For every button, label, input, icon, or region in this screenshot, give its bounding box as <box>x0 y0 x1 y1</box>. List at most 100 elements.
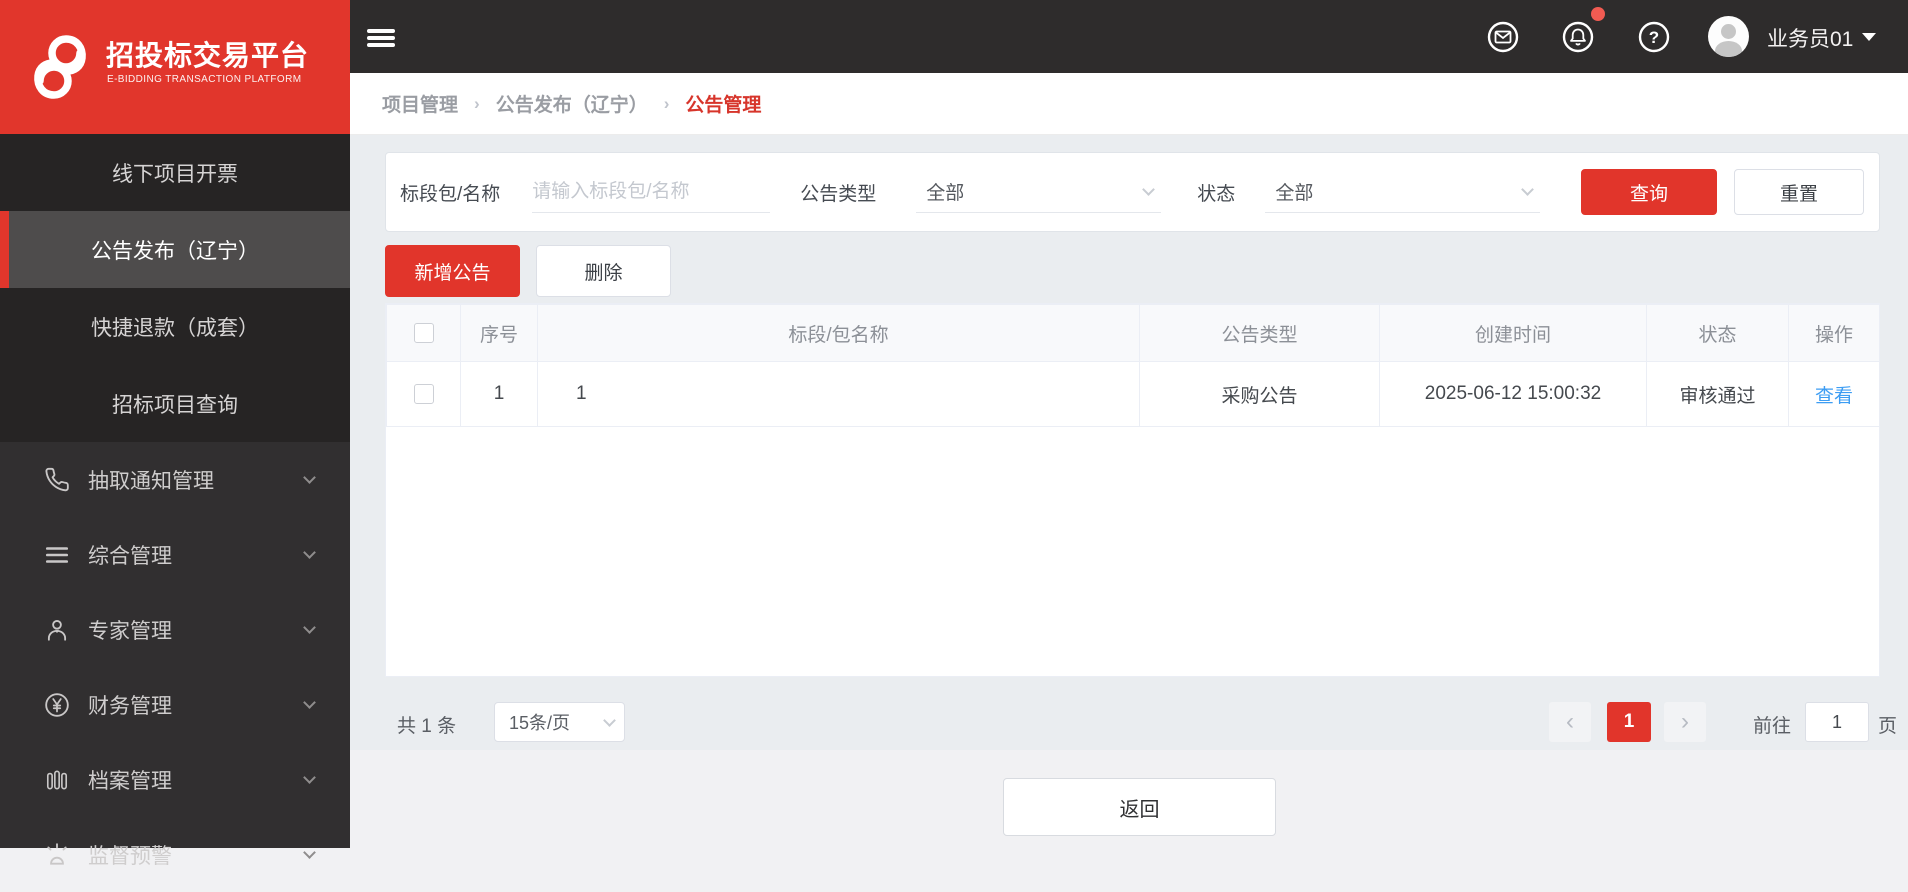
sidebar-item-offline-invoice[interactable]: 线下项目开票 <box>0 134 350 211</box>
notification-bell-icon[interactable] <box>1561 20 1595 54</box>
select-all-checkbox[interactable] <box>413 323 434 343</box>
sidebar-submenu-group: 线下项目开票 公告发布（辽宁） 快捷退款（成套） 招标项目查询 <box>0 134 350 442</box>
user-dropdown-caret-icon[interactable] <box>1862 33 1876 41</box>
svg-text:?: ? <box>1649 28 1659 47</box>
pagination-total: 共 1 条 <box>397 716 457 737</box>
name-filter-label: 标段包/名称 <box>400 183 501 205</box>
breadcrumb-separator-icon: › <box>663 93 670 113</box>
platform-subtitle: E-BIDDING TRANSACTION PLATFORM <box>107 74 302 85</box>
select-all-cell <box>386 304 461 362</box>
page-size-value: 15条/页 <box>509 713 571 733</box>
col-action: 操作 <box>1788 304 1880 362</box>
breadcrumb-item-project-mgmt[interactable]: 项目管理 <box>382 90 458 117</box>
col-status: 状态 <box>1646 304 1789 362</box>
sidebar-item-label: 抽取通知管理 <box>88 469 214 493</box>
page-size-select[interactable]: 15条/页 <box>494 702 625 742</box>
name-filter-field <box>532 171 771 213</box>
breadcrumb-separator-icon: › <box>474 93 480 113</box>
next-page-button[interactable]: › <box>1664 702 1706 742</box>
add-announcement-button[interactable]: 新增公告 <box>385 245 520 297</box>
sidebar-item-label: 综合管理 <box>88 544 172 568</box>
view-link[interactable]: 查看 <box>1815 386 1853 407</box>
chevron-down-icon <box>1142 182 1156 196</box>
chevron-down-icon <box>303 621 316 634</box>
chevron-down-icon <box>303 771 316 784</box>
chevron-down-icon <box>303 546 316 559</box>
type-filter-value: 全部 <box>926 183 965 204</box>
status-filter-select[interactable]: 全部 <box>1265 171 1541 213</box>
sidebar-item-label: 专家管理 <box>88 619 172 643</box>
sidebar-item-finance-mgmt[interactable]: 财务管理 <box>0 667 350 742</box>
user-avatar[interactable] <box>1708 16 1749 57</box>
archive-icon <box>46 770 68 789</box>
row-created: 2025-06-12 15:00:32 <box>1379 361 1647 427</box>
yuan-circle-icon <box>45 692 69 717</box>
type-filter-select[interactable]: 全部 <box>916 171 1162 213</box>
col-seq: 序号 <box>460 304 538 362</box>
row-checkbox[interactable] <box>413 384 434 404</box>
breadcrumb-item-announce-publish[interactable]: 公告发布（辽宁） <box>496 90 648 117</box>
sidebar-item-label: 财务管理 <box>88 694 172 718</box>
row-status: 审核通过 <box>1646 361 1789 427</box>
sidebar-item-extract-notice-mgmt[interactable]: 抽取通知管理 <box>0 442 350 517</box>
table-header-row: 序号 标段/包名称 公告类型 创建时间 状态 操作 <box>386 304 1880 362</box>
logo-block: 招投标交易平台 E-BIDDING TRANSACTION PLATFORM <box>0 0 350 134</box>
goto-page-label: 前往 <box>1753 716 1792 737</box>
chevron-down-icon <box>303 471 316 484</box>
app-root: ? 业务员01 招投标交易平台 E-BIDDING TRANSACTION PL… <box>0 0 1908 868</box>
filter-panel: 标段包/名称 公告类型 全部 状态 全部 查询 重置 <box>385 152 1880 232</box>
goto-page-input[interactable] <box>1805 702 1869 742</box>
delete-button[interactable]: 删除 <box>536 245 671 297</box>
avatar-body <box>1715 41 1742 57</box>
sidebar: 线下项目开票 公告发布（辽宁） 快捷退款（成套） 招标项目查询 抽取通知管理 综… <box>0 134 350 868</box>
row-name: 1 <box>537 361 1140 427</box>
col-name: 标段/包名称 <box>537 304 1140 362</box>
menu-toggle-icon[interactable] <box>367 29 395 47</box>
current-page-button[interactable]: 1 <box>1607 702 1651 742</box>
user-icon <box>47 619 67 641</box>
back-button[interactable]: 返回 <box>1003 778 1276 836</box>
platform-title: 招投标交易平台 <box>106 40 310 71</box>
row-seq: 1 <box>460 361 538 427</box>
sidebar-item-label: 监督预警 <box>88 844 172 868</box>
name-filter-input[interactable] <box>532 180 771 203</box>
sidebar-item-quick-refund[interactable]: 快捷退款（成套） <box>0 288 350 365</box>
avatar-head <box>1721 24 1736 39</box>
status-filter-label: 状态 <box>1197 183 1236 205</box>
row-type: 采购公告 <box>1139 361 1380 427</box>
sidebar-item-expert-mgmt[interactable]: 专家管理 <box>0 592 350 667</box>
announcement-table-card: 序号 标段/包名称 公告类型 创建时间 状态 操作 1 1 采购公告 2025-… <box>385 303 1880 677</box>
chevron-down-icon <box>603 713 616 727</box>
prev-page-button[interactable]: ‹ <box>1549 702 1591 742</box>
table-toolbar: 新增公告 删除 <box>385 245 671 297</box>
query-button[interactable]: 查询 <box>1581 169 1717 215</box>
row-action-cell: 查看 <box>1788 361 1880 427</box>
sidebar-item-comprehensive-mgmt[interactable]: 综合管理 <box>0 517 350 592</box>
row-select-cell <box>386 361 461 427</box>
breadcrumb-item-announce-mgmt: 公告管理 <box>685 95 762 116</box>
breadcrumb: 项目管理 › 公告发布（辽宁） › 公告管理 <box>350 73 1908 135</box>
chevron-down-icon <box>1521 182 1535 196</box>
username-label[interactable]: 业务员01 <box>1767 23 1853 53</box>
list-icon <box>45 546 69 563</box>
sidebar-item-label: 档案管理 <box>88 769 172 793</box>
sidebar-item-archive-mgmt[interactable]: 档案管理 <box>0 742 350 817</box>
mail-icon[interactable] <box>1486 20 1520 54</box>
chevron-down-icon <box>303 696 316 709</box>
table-row: 1 1 采购公告 2025-06-12 15:00:32 审核通过 查看 <box>386 361 1880 427</box>
help-icon[interactable]: ? <box>1637 20 1671 54</box>
sidebar-item-supervision-warning[interactable]: 监督预警 <box>0 817 350 892</box>
type-filter-label: 公告类型 <box>800 183 877 205</box>
page-unit-label: 页 <box>1878 716 1898 737</box>
announcement-table: 序号 标段/包名称 公告类型 创建时间 状态 操作 1 1 采购公告 2025-… <box>386 304 1880 427</box>
platform-logo-icon <box>34 35 86 99</box>
top-bar: ? 业务员01 <box>350 0 1908 73</box>
col-created: 创建时间 <box>1379 304 1647 362</box>
status-filter-value: 全部 <box>1275 183 1314 204</box>
phone-icon <box>45 467 69 491</box>
sidebar-item-bid-project-query[interactable]: 招标项目查询 <box>0 365 350 442</box>
alarm-icon <box>47 842 67 865</box>
notification-badge <box>1591 7 1605 21</box>
reset-button[interactable]: 重置 <box>1734 169 1864 215</box>
sidebar-item-announce-publish[interactable]: 公告发布（辽宁） <box>0 211 350 288</box>
